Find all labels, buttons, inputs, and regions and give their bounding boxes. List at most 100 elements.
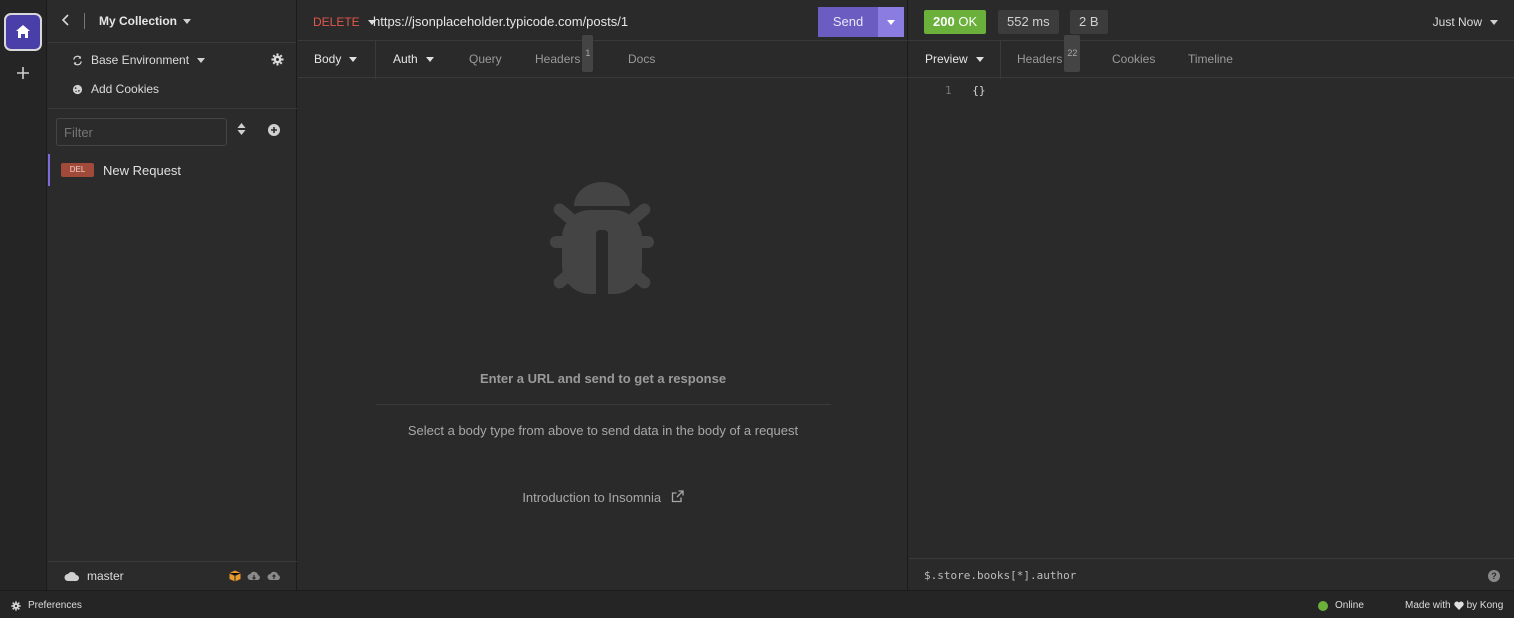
send-options-button[interactable] <box>878 7 904 37</box>
response-timestamp: Just Now <box>1432 15 1482 29</box>
sync-actions <box>229 570 281 582</box>
method-label: DELETE <box>313 15 360 29</box>
method-selector[interactable]: DELETE <box>313 15 376 29</box>
response-size-badge: 2 B <box>1070 10 1108 34</box>
made-with-label: Made with <box>1405 600 1451 611</box>
chevron-down-icon <box>183 18 192 24</box>
status-code: 200 <box>933 14 955 29</box>
tab-cookies-label: Cookies <box>1112 52 1156 66</box>
cloud-upload-icon[interactable] <box>267 570 281 582</box>
heart-icon <box>1453 601 1464 610</box>
gear-icon <box>11 600 21 611</box>
empty-state-title: Enter a URL and send to get a response <box>479 371 727 386</box>
status-footer: Preferences Online Made with by Kong <box>0 590 1514 618</box>
response-filter-input[interactable]: $.store.books[*].author <box>924 569 1076 582</box>
collection-title: My Collection <box>99 14 178 28</box>
new-workspace-button[interactable] <box>13 64 33 84</box>
plus-circle-icon <box>268 124 280 136</box>
collection-menu[interactable]: My Collection <box>99 14 192 28</box>
response-filter-bar: $.store.books[*].author ? <box>909 558 1514 590</box>
home-button[interactable] <box>4 13 42 51</box>
response-pane: 200 OK 552 ms 2 B Just Now Preview Heade… <box>909 0 1514 590</box>
online-status: Online <box>1318 600 1364 611</box>
tab-docs[interactable]: Docs <box>628 41 655 78</box>
cookie-icon <box>72 84 83 94</box>
sort-button[interactable] <box>237 123 246 138</box>
response-status-bar: 200 OK 552 ms 2 B Just Now <box>909 5 1514 41</box>
by-kong-label: by Kong <box>1466 600 1504 611</box>
status-badge: 200 OK <box>924 10 987 34</box>
response-time-badge: 552 ms <box>998 10 1059 34</box>
sidebar: My Collection Base Environment Add Cooki… <box>48 0 297 590</box>
online-dot-icon <box>1318 600 1328 611</box>
cloud-icon <box>64 571 79 581</box>
request-list-item[interactable]: DEL New Request <box>48 154 297 186</box>
url-bar: DELETE https://jsonplaceholder.typicode.… <box>298 5 908 41</box>
chevron-down-icon <box>975 57 984 62</box>
request-name: New Request <box>103 162 182 178</box>
tab-auth-label: Auth <box>393 52 418 66</box>
chevron-down-icon <box>197 57 206 63</box>
empty-state-subtitle: Select a body type from above to send da… <box>407 423 799 438</box>
help-icon[interactable]: ? <box>1488 570 1500 582</box>
app-rail <box>0 0 47 590</box>
tab-headers-label: Headers <box>535 52 581 66</box>
environment-settings-button[interactable] <box>271 53 284 69</box>
tab-query[interactable]: Query <box>469 41 502 78</box>
sort-icon <box>237 123 246 135</box>
tab-preview[interactable]: Preview <box>925 41 984 78</box>
chevron-down-icon <box>425 57 434 62</box>
response-headers-count-badge: 22 <box>1064 35 1081 72</box>
sync-icon <box>73 55 82 65</box>
tab-timeline-label: Timeline <box>1188 52 1233 66</box>
tab-docs-label: Docs <box>628 52 656 66</box>
response-body-line[interactable]: 1 {} <box>945 84 986 97</box>
external-link-icon <box>671 490 684 503</box>
response-tabs: Preview Headers 22 Cookies Timeline <box>909 35 1514 78</box>
chevron-down-icon <box>887 19 895 25</box>
line-content: {} <box>972 84 986 97</box>
back-button[interactable] <box>61 13 76 30</box>
tab-cookies[interactable]: Cookies <box>1112 41 1155 78</box>
divider <box>84 13 85 29</box>
tab-query-label: Query <box>469 52 502 66</box>
plus-icon <box>17 67 29 79</box>
introduction-link[interactable]: Introduction to Insomnia <box>298 490 908 505</box>
response-history-selector[interactable]: Just Now <box>1433 15 1498 29</box>
url-input[interactable]: https://jsonplaceholder.typicode.com/pos… <box>373 14 628 29</box>
divider <box>376 404 831 405</box>
chevron-down-icon <box>1490 19 1498 25</box>
online-label: Online <box>1335 600 1364 611</box>
send-button[interactable]: Send <box>818 7 878 37</box>
preferences-button[interactable]: Preferences <box>11 600 82 611</box>
tab-auth[interactable]: Auth <box>393 41 434 78</box>
environment-selector[interactable]: Base Environment <box>72 53 206 67</box>
headers-count-badge: 1 <box>582 35 594 72</box>
git-sync-bar: master <box>48 561 297 590</box>
chevron-left-icon <box>61 13 69 26</box>
tab-preview-label: Preview <box>925 52 968 66</box>
home-icon <box>16 25 30 38</box>
chevron-down-icon <box>349 57 358 62</box>
tab-headers[interactable]: Headers 1 <box>535 35 594 78</box>
method-badge: DEL <box>61 163 94 177</box>
made-with-link[interactable]: Made with by Kong <box>1405 600 1503 611</box>
request-tabs: Body Auth Query Headers 1 Docs <box>298 35 908 78</box>
divider <box>48 108 297 109</box>
sidebar-filter-input[interactable] <box>56 118 227 146</box>
add-cookies-button[interactable]: Add Cookies <box>72 82 159 96</box>
tab-timeline[interactable]: Timeline <box>1188 41 1233 78</box>
line-number: 1 <box>945 84 952 97</box>
package-icon[interactable] <box>229 570 241 582</box>
request-pane: DELETE https://jsonplaceholder.typicode.… <box>298 0 908 590</box>
collection-header: My Collection <box>48 0 296 43</box>
introduction-link-label: Introduction to Insomnia <box>522 490 662 505</box>
tab-response-headers[interactable]: Headers 22 <box>1017 35 1081 78</box>
status-text: OK <box>958 14 978 29</box>
cloud-download-icon[interactable] <box>247 570 261 582</box>
bug-icon <box>550 182 654 300</box>
tab-body-label: Body <box>314 52 342 66</box>
tab-body[interactable]: Body <box>314 41 358 78</box>
add-request-button[interactable] <box>268 124 280 139</box>
branch-name[interactable]: master <box>87 569 124 583</box>
